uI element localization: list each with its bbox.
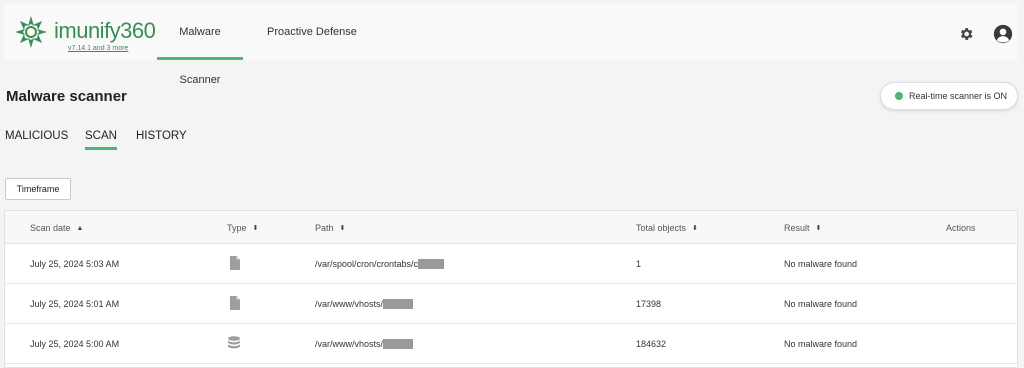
sort-icon: ⬍ (692, 225, 698, 232)
result-cell: No malware found (784, 339, 858, 349)
scan-table: Scan date ▲ Type ⬍ Path ⬍ Total objects … (4, 210, 1018, 368)
tab-scan[interactable]: SCAN (85, 130, 117, 150)
top-navigation-bar: imunify360 v7.14.1 and 3 more Malware Sc… (4, 4, 1018, 86)
table-header: Scan date ▲ Type ⬍ Path ⬍ Total objects … (5, 211, 1017, 244)
sort-icon: ⬍ (252, 225, 259, 232)
path-cell: /var/spool/cron/crontabs/c (315, 259, 445, 269)
tab-history[interactable]: HISTORY (136, 130, 187, 148)
column-header-scan-date[interactable]: Scan date ▲ (30, 223, 83, 233)
scan-date-cell: July 25, 2024 5:01 AM (30, 299, 120, 309)
result-cell: No malware found (784, 259, 858, 269)
file-icon (230, 296, 240, 310)
redacted-block (418, 259, 445, 269)
column-header-actions: Actions (946, 223, 976, 233)
table-row: July 25, 2024 5:00 AM /var/www/vhosts/ 1… (5, 324, 1017, 364)
scan-date-cell: July 25, 2024 5:03 AM (30, 259, 120, 269)
column-header-result[interactable]: Result ⬍ (784, 223, 821, 233)
path-cell: /var/www/vhosts/ (315, 339, 414, 349)
timeframe-button[interactable]: Timeframe (5, 178, 71, 200)
sort-icon: ⬍ (339, 225, 346, 232)
path-cell: /var/www/vhosts/ (315, 299, 414, 309)
total-objects-cell: 1 (636, 259, 642, 269)
redacted-block (383, 339, 414, 349)
user-avatar-icon[interactable] (993, 24, 1013, 44)
sort-icon: ⬍ (815, 225, 822, 232)
column-header-path[interactable]: Path ⬍ (315, 223, 345, 233)
result-cell: No malware found (784, 299, 858, 309)
imunify360-logo[interactable]: imunify360 v7.14.1 and 3 more (14, 14, 156, 56)
tab-proactive-defense[interactable]: Proactive Defense (263, 8, 361, 60)
gear-icon[interactable] (958, 26, 974, 42)
file-icon (230, 256, 240, 270)
table-row: July 25, 2024 5:03 AM /var/spool/cron/cr… (5, 244, 1017, 284)
scan-date-cell: July 25, 2024 5:00 AM (30, 339, 120, 349)
table-row: July 25, 2024 5:01 AM /var/www/vhosts/ 1… (5, 284, 1017, 324)
database-icon (228, 336, 240, 349)
tab-malware-scanner[interactable]: Malware Scanner (157, 8, 243, 86)
sort-ascending-icon: ▲ (76, 224, 84, 232)
total-objects-cell: 17398 (636, 299, 662, 309)
column-header-type[interactable]: Type ⬍ (227, 223, 258, 233)
redacted-block (383, 299, 414, 309)
version-link[interactable]: v7.14.1 and 3 more (68, 45, 128, 52)
logo-text: imunify360 (54, 18, 156, 43)
total-objects-cell: 184632 (636, 339, 667, 349)
column-header-total-objects[interactable]: Total objects ⬍ (636, 223, 698, 233)
realtime-scanner-status-text: Real-time scanner is ON (909, 91, 1008, 101)
status-dot-icon (895, 92, 903, 100)
tab-malicious[interactable]: MALICIOUS (5, 130, 68, 148)
realtime-scanner-status-badge[interactable]: Real-time scanner is ON (880, 82, 1018, 110)
logo-star-icon (15, 16, 47, 48)
page-title: Malware scanner (6, 88, 127, 105)
